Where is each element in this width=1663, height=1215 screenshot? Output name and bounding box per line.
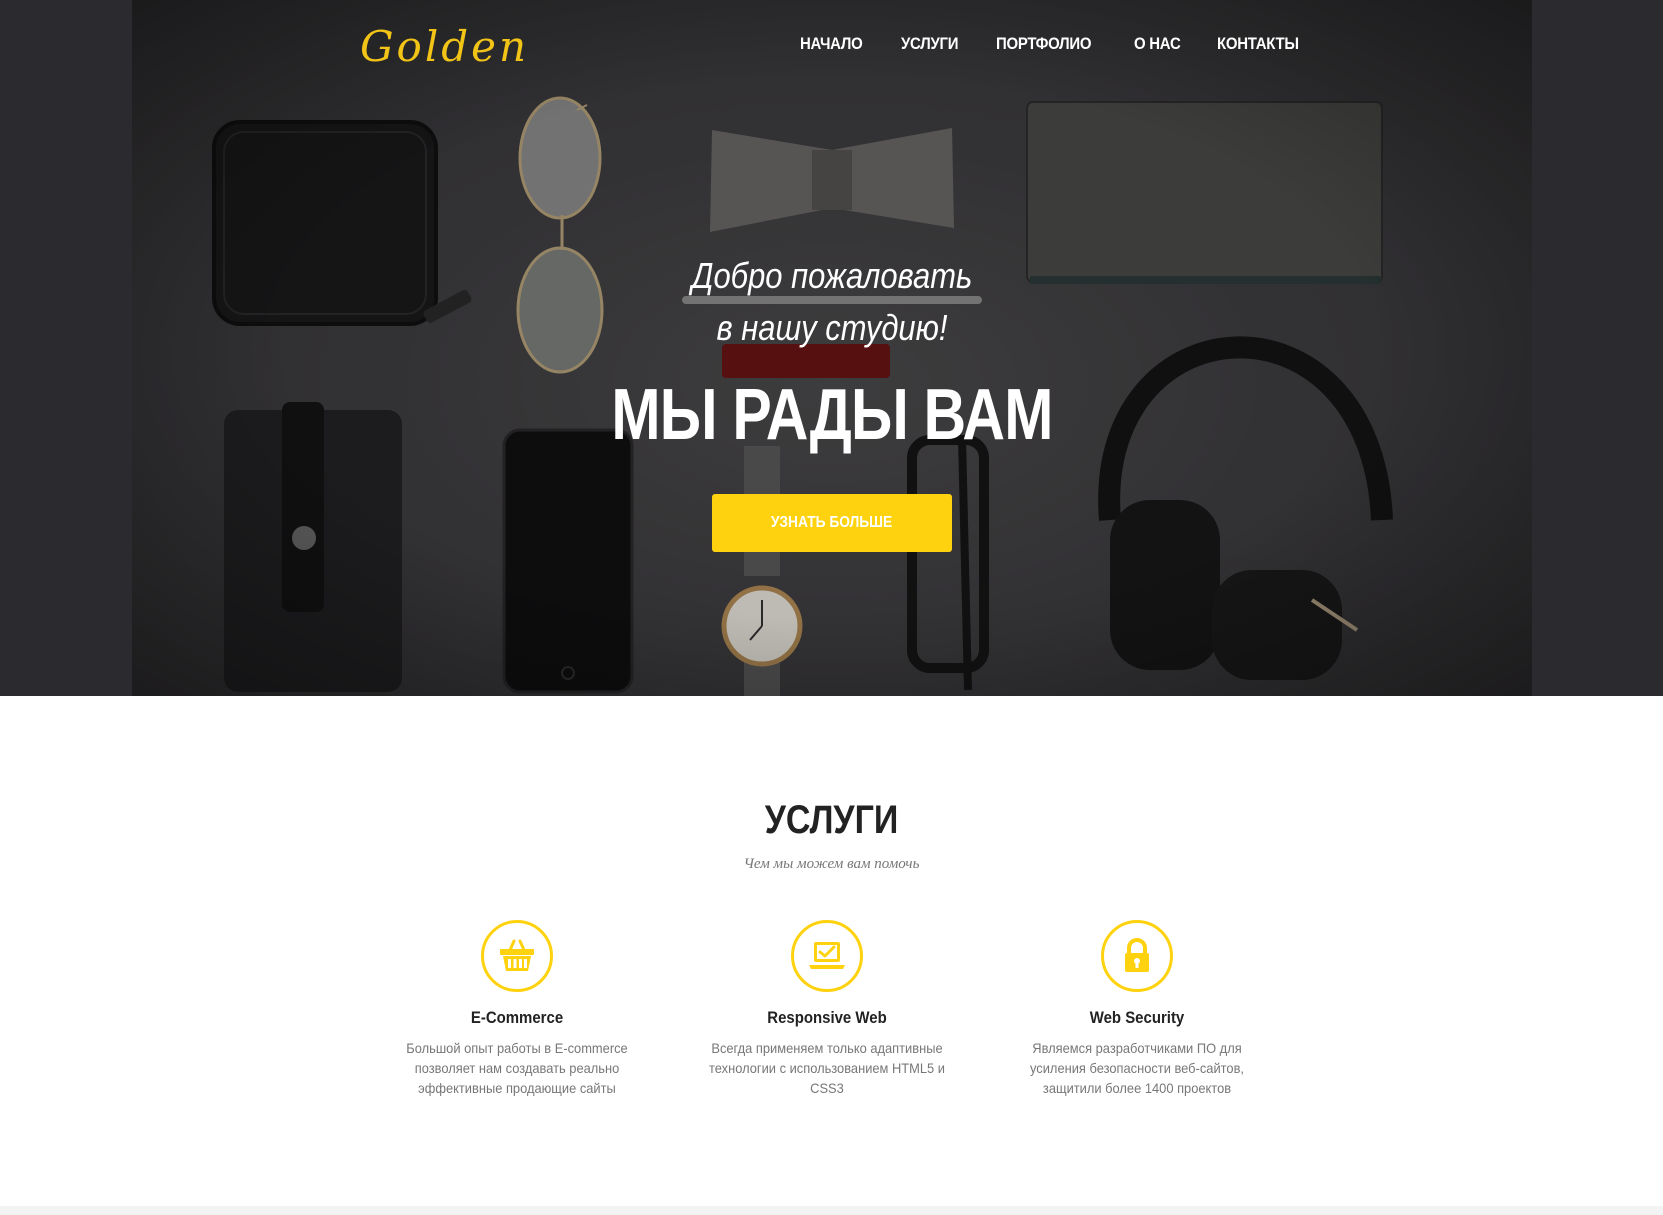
learn-more-button-label: УЗНАТЬ БОЛЬШЕ [771,514,893,531]
learn-more-button[interactable]: УЗНАТЬ БОЛЬШЕ [712,494,952,552]
nav-item-home[interactable]: НАЧАЛО [800,34,863,54]
hero-section: Golden НАЧАЛО УСЛУГИ ПОРТФОЛИО О НАС КОН… [0,0,1663,696]
main-nav: НАЧАЛО УСЛУГИ ПОРТФОЛИО О НАС КОНТАКТЫ [800,34,1340,54]
service-title: E-Commerce [470,1008,564,1027]
laptop-check-icon [791,920,863,992]
section-subtitle: Чем мы можем вам помочь [743,856,920,872]
service-title: Responsive Web [767,1008,887,1027]
lock-icon [1101,920,1173,992]
hero-welcome-line-1: Добро пожаловать [691,255,973,296]
section-title: УСЛУГИ [764,798,899,842]
hero-banner: Golden НАЧАЛО УСЛУГИ ПОРТФОЛИО О НАС КОН… [132,0,1532,696]
service-title: Web Security [1089,1008,1185,1027]
next-section-edge [0,1206,1663,1215]
service-description: Большой опыт работы в E-commerce позволя… [406,1040,628,1096]
nav-item-services[interactable]: УСЛУГИ [901,34,958,54]
hero-headline: МЫ РАДЫ ВАМ [611,375,1053,455]
service-description: Являемся разработчиками ПО для усиления … [1029,1040,1244,1096]
nav-item-contacts[interactable]: КОНТАКТЫ [1217,34,1299,54]
nav-item-about[interactable]: О НАС [1134,34,1181,54]
nav-item-portfolio[interactable]: ПОРТФОЛИО [996,34,1092,54]
services-section: УСЛУГИ Чем мы можем вам помочь E-Commerc… [0,696,1663,1206]
service-description: Всегда применяем только адаптивные техно… [709,1040,945,1096]
service-card-responsive-web: Responsive Web Всегда применяем только а… [677,920,977,1098]
service-card-web-security: Web Security Являемся разработчиками ПО … [987,920,1287,1098]
service-card-ecommerce: E-Commerce Большой опыт работы в E-comme… [367,920,667,1098]
logo[interactable]: Golden [360,22,529,71]
shopping-basket-icon [481,920,553,992]
hero-welcome-line-2: в нашу студию! [716,307,948,348]
